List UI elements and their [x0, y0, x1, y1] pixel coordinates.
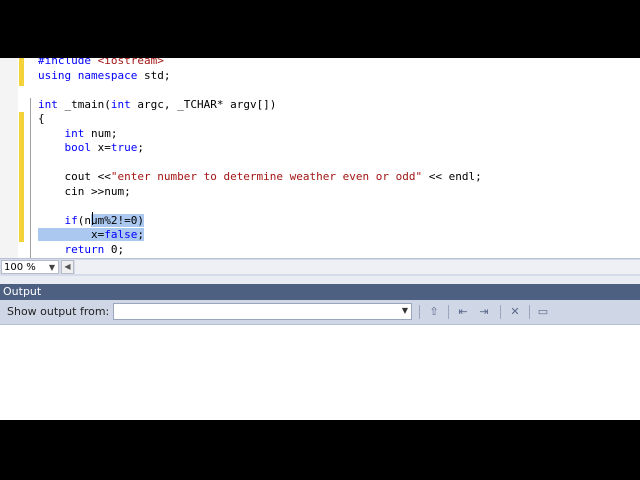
horizontal-scrollbar[interactable] — [75, 260, 640, 274]
next-message-icon[interactable]: ⇥ — [476, 304, 492, 320]
code-editor[interactable]: #include <iostream> using namespace std; i… — [0, 58, 640, 258]
code-token: using namespace — [38, 68, 144, 82]
code-line[interactable]: int _tmain(int argc, _TCHAR* argv[]) — [38, 98, 640, 113]
code-token: _tmain( — [57, 97, 111, 111]
code-line[interactable]: int num; — [38, 127, 640, 142]
code-token: true — [110, 141, 138, 154]
output-toolbar: Show output from: ▼ ⇧ ⇤ ⇥ ✕ ▭ — [0, 300, 640, 325]
outlining-line — [30, 98, 31, 258]
change-tracking-bar — [19, 112, 24, 242]
toggle-word-wrap-icon[interactable]: ▭ — [535, 304, 551, 320]
output-source-select[interactable]: ▼ — [113, 303, 412, 320]
code-line[interactable] — [38, 199, 640, 214]
code-line[interactable]: #include <iostream> — [38, 58, 640, 69]
clear-all-icon[interactable]: ✕ — [507, 304, 523, 320]
toolbar-separator — [500, 305, 501, 319]
code-line[interactable]: x=false; — [38, 228, 640, 243]
code-token: int — [110, 97, 131, 111]
code-line[interactable]: bool x=true; — [38, 141, 640, 156]
code-token: << endl; — [422, 170, 482, 183]
code-token: "enter number to determine weather even … — [110, 170, 423, 183]
code-token: (n — [77, 213, 91, 227]
code-line[interactable]: if(num%2!=0) — [38, 213, 640, 229]
toolbar-separator — [448, 305, 449, 319]
text-caret — [92, 212, 93, 225]
toolbar-separator — [529, 305, 530, 319]
arrow-left-icon: ◀ — [64, 262, 71, 271]
zoom-level: 100 % — [4, 262, 36, 273]
code-line[interactable]: using namespace std; — [38, 69, 640, 84]
code-token: cout << — [38, 170, 111, 183]
editor-status-bar: 100 % ▼ ◀ — [0, 258, 640, 276]
previous-message-icon[interactable]: ⇤ — [455, 304, 471, 320]
code-token: <iostream> — [97, 58, 164, 67]
indicator-margin[interactable] — [0, 58, 18, 258]
code-line[interactable] — [38, 156, 640, 171]
code-token: std; — [143, 68, 171, 82]
find-message-icon[interactable]: ⇧ — [426, 304, 442, 320]
code-token: { — [38, 112, 45, 125]
chevron-down-icon[interactable]: ▼ — [49, 261, 55, 275]
code-token: int — [38, 97, 58, 111]
code-token: if — [64, 213, 78, 227]
code-line[interactable]: cout <<"enter number to determine weathe… — [38, 170, 640, 185]
zoom-dropdown[interactable]: 100 % ▼ — [1, 260, 59, 274]
show-output-from-label: Show output from: — [7, 305, 110, 318]
code-line[interactable]: return 0; — [38, 243, 640, 258]
code-token: bool — [64, 141, 92, 154]
code-token: ; — [137, 228, 144, 241]
scroll-left-button[interactable]: ◀ — [61, 260, 74, 274]
code-token: return — [64, 242, 105, 256]
code-line[interactable] — [38, 83, 640, 98]
output-panel-title: Output — [0, 284, 640, 300]
code-token: 0; — [104, 242, 125, 256]
code-token: #include — [38, 58, 98, 67]
code-token: x= — [91, 141, 111, 154]
code-token: argc, _TCHAR* argv[]) — [130, 97, 277, 111]
code-line[interactable]: { — [38, 112, 640, 127]
change-tracking-bar — [19, 58, 24, 86]
chevron-down-icon[interactable]: ▼ — [402, 306, 408, 315]
code-token: x= — [38, 228, 105, 241]
code-token: int — [64, 126, 85, 140]
code-token: false — [104, 228, 138, 241]
code-token: ; — [137, 141, 144, 154]
code-token: um%2!=0) — [91, 213, 144, 227]
toolbar-separator — [419, 305, 420, 319]
code-token: num; — [84, 126, 118, 140]
output-text-area[interactable] — [0, 325, 640, 420]
code-line[interactable]: cin >>num; — [38, 185, 640, 200]
visual-studio-window: #include <iostream> using namespace std; i… — [0, 58, 640, 420]
code-token: cin >>num; — [38, 184, 131, 198]
code-lines[interactable]: #include <iostream> using namespace std; i… — [38, 58, 640, 257]
